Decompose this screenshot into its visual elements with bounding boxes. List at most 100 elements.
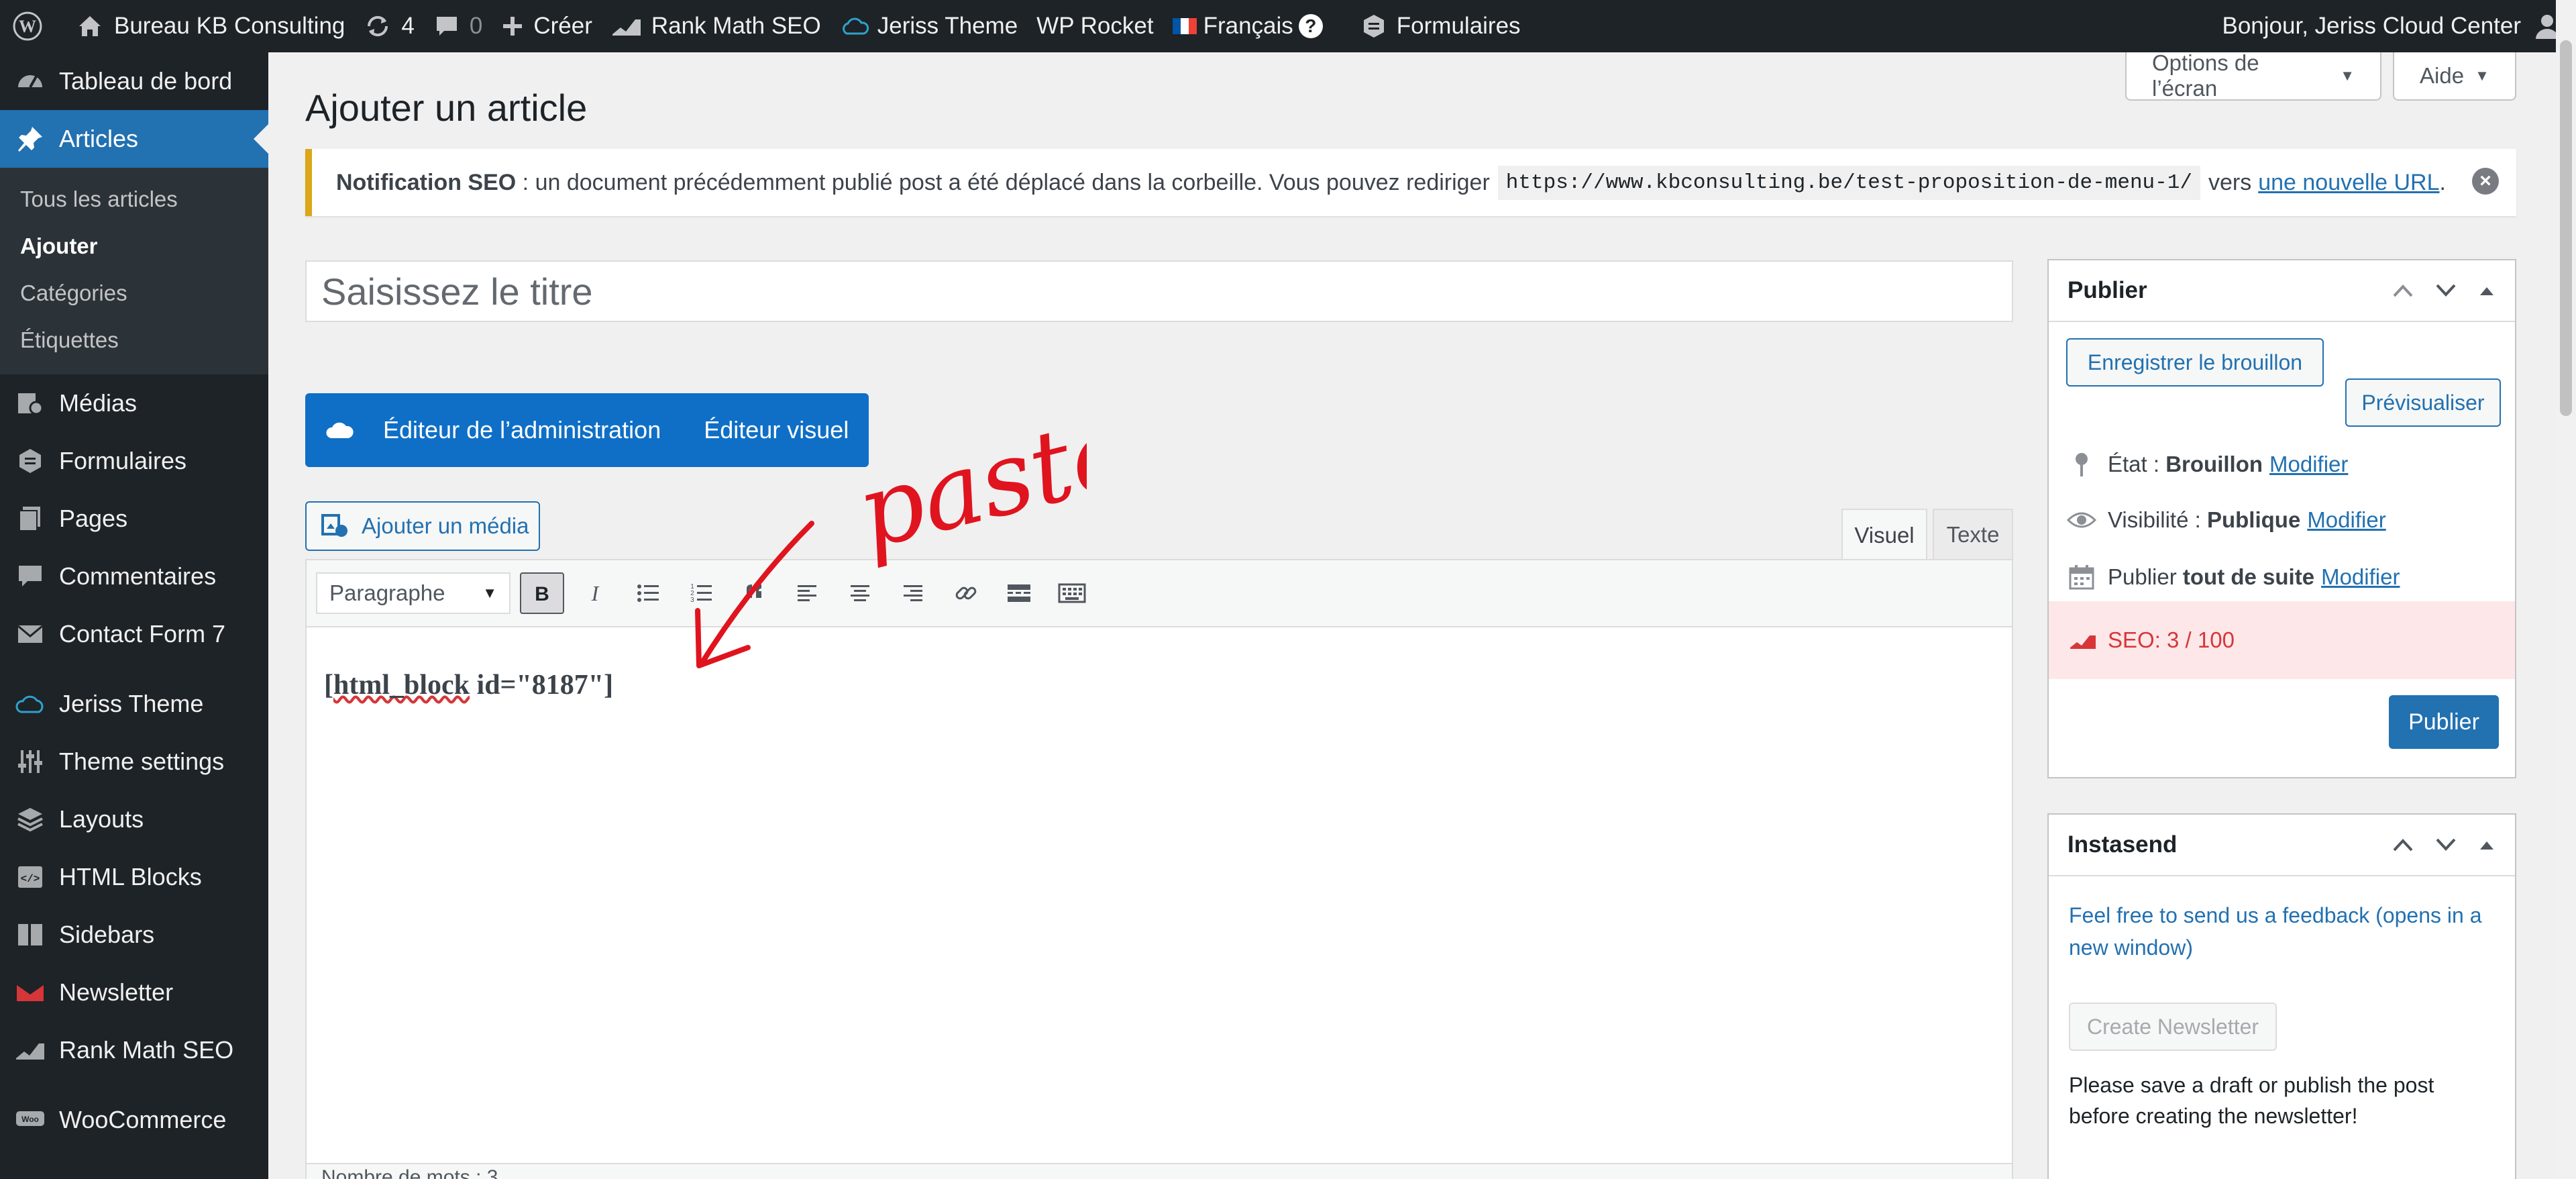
sidebar-item-layouts[interactable]: Layouts bbox=[0, 790, 268, 848]
pin-icon bbox=[2066, 451, 2097, 478]
scrollbar-thumb[interactable] bbox=[2560, 40, 2572, 416]
admin-bar: W Bureau KB Consulting 4 0 Créer Rank Ma… bbox=[0, 0, 2576, 52]
wprocket-link[interactable]: WP Rocket bbox=[1027, 0, 1163, 52]
post-editor: Paragraphe ▼ B I 123 [html_block id="8187… bbox=[305, 559, 2013, 1179]
updates-link[interactable]: 4 bbox=[354, 0, 423, 52]
sidebar-item-comments[interactable]: Commentaires bbox=[0, 548, 268, 605]
tab-text[interactable]: Texte bbox=[1933, 509, 2013, 560]
editor-toolbar: Paragraphe ▼ B I 123 bbox=[307, 560, 2012, 627]
bold-icon: B bbox=[535, 583, 549, 605]
toggle-panel-icon[interactable] bbox=[2477, 838, 2496, 852]
help-icon: ? bbox=[1298, 14, 1323, 38]
move-up-icon[interactable] bbox=[2392, 837, 2414, 853]
publish-box-header: Publier bbox=[2049, 260, 2515, 322]
seo-score-row[interactable]: SEO: 3 / 100 bbox=[2049, 601, 2515, 679]
sidebar-item-newsletter[interactable]: Newsletter bbox=[0, 964, 268, 1021]
svg-text:Woo: Woo bbox=[21, 1115, 39, 1124]
annotation-arrow bbox=[698, 521, 814, 667]
admin-editor-button[interactable]: Éditeur de l’administration bbox=[383, 416, 661, 444]
new-url-link[interactable]: une nouvelle URL bbox=[2258, 170, 2439, 196]
submenu-tags[interactable]: Étiquettes bbox=[0, 317, 268, 364]
format-select[interactable]: Paragraphe ▼ bbox=[316, 572, 511, 614]
edit-visibility-link[interactable]: Modifier bbox=[2307, 507, 2385, 533]
sidebar-item-sidebars[interactable]: Sidebars bbox=[0, 906, 268, 964]
newsletter-note: Please save a draft or publish the post … bbox=[2069, 1073, 2434, 1128]
wordpress-logo-icon[interactable]: W bbox=[0, 0, 52, 52]
submenu-all-articles[interactable]: Tous les articles bbox=[0, 176, 268, 223]
redirect-url: https://www.kbconsulting.be/test-proposi… bbox=[1497, 165, 2200, 200]
cloud-icon bbox=[15, 688, 46, 719]
screen-options-button[interactable]: Options de l’écran ▼ bbox=[2125, 50, 2381, 101]
mail-icon bbox=[15, 619, 46, 650]
rankmath-icon bbox=[612, 19, 641, 36]
move-down-icon[interactable] bbox=[2434, 837, 2457, 853]
admin-sidebar: Tableau de bord Articles Tous les articl… bbox=[0, 52, 268, 1179]
preview-button[interactable]: Prévisualiser bbox=[2345, 378, 2501, 427]
create-newsletter-button[interactable]: Create Newsletter bbox=[2069, 1003, 2277, 1051]
visibility-row: Visibilité : Publique Modifier bbox=[2066, 507, 2386, 533]
rankmath-link[interactable]: Rank Math SEO bbox=[602, 0, 830, 52]
toggle-panel-icon[interactable] bbox=[2477, 284, 2496, 297]
editor-content[interactable]: [html_block id="8187"] bbox=[307, 627, 2012, 701]
eye-icon bbox=[2066, 510, 2097, 530]
jeriss-theme-link[interactable]: Jeriss Theme bbox=[830, 0, 1027, 52]
post-title-input[interactable] bbox=[305, 260, 2013, 322]
page-scrollbar[interactable] bbox=[2556, 0, 2576, 1179]
sidebar-item-contact-form-7[interactable]: Contact Form 7 bbox=[0, 605, 268, 663]
sidebar-item-pages[interactable]: Pages bbox=[0, 490, 268, 548]
page-title: Ajouter un article bbox=[305, 87, 588, 129]
caret-down-icon: ▼ bbox=[482, 584, 497, 601]
bullet-list-button[interactable] bbox=[626, 572, 670, 614]
home-icon bbox=[79, 16, 101, 36]
sidebar-item-woocommerce[interactable]: Woo WooCommerce bbox=[0, 1091, 268, 1149]
help-button[interactable]: Aide ▼ bbox=[2393, 52, 2516, 101]
forms-link[interactable]: Formulaires bbox=[1351, 0, 1530, 52]
status-row: État : Brouillon Modifier bbox=[2066, 451, 2348, 478]
submenu-categories[interactable]: Catégories bbox=[0, 270, 268, 317]
save-draft-button[interactable]: Enregistrer le brouillon bbox=[2066, 338, 2324, 387]
new-content-link[interactable]: Créer bbox=[492, 0, 602, 52]
sidebar-item-theme-settings[interactable]: Theme settings bbox=[0, 733, 268, 790]
edit-schedule-link[interactable]: Modifier bbox=[2321, 564, 2400, 590]
media-icon bbox=[15, 388, 46, 419]
language-switcher[interactable]: Français ? bbox=[1163, 0, 1332, 52]
sidebar-item-dashboard[interactable]: Tableau de bord bbox=[0, 52, 268, 110]
sidebar-item-rank-math[interactable]: Rank Math SEO bbox=[0, 1021, 268, 1079]
comments-link[interactable]: 0 bbox=[424, 0, 492, 52]
sidebar-item-jeriss-theme[interactable]: Jeriss Theme bbox=[0, 675, 268, 733]
italic-button[interactable]: I bbox=[573, 572, 617, 614]
publish-button[interactable]: Publier bbox=[2389, 695, 2499, 749]
bold-button[interactable]: B bbox=[520, 572, 564, 614]
sidebar-item-articles[interactable]: Articles bbox=[0, 110, 268, 168]
add-media-button[interactable]: Ajouter un média bbox=[305, 501, 540, 551]
editor-status-bar: Nombre de mots : 3 bbox=[307, 1163, 2012, 1179]
site-name-link[interactable]: Bureau KB Consulting bbox=[67, 0, 354, 52]
submenu-add[interactable]: Ajouter bbox=[0, 223, 268, 270]
seo-notice: Notification SEO : un document précédemm… bbox=[305, 149, 2516, 216]
italic-icon: I bbox=[591, 582, 600, 605]
move-up-icon[interactable] bbox=[2392, 283, 2414, 299]
calendar-icon bbox=[2066, 564, 2097, 591]
sidebar-item-html-blocks[interactable]: </> HTML Blocks bbox=[0, 848, 268, 906]
my-account[interactable]: Bonjour, Jeriss Cloud Center bbox=[2213, 0, 2576, 52]
cloud-icon bbox=[842, 17, 869, 35]
dismiss-notice-icon[interactable]: × bbox=[2472, 168, 2499, 195]
move-down-icon[interactable] bbox=[2434, 283, 2457, 299]
rankmath-icon bbox=[15, 1035, 46, 1066]
svg-text:B: B bbox=[535, 583, 549, 605]
sidebar-item-media[interactable]: Médias bbox=[0, 374, 268, 432]
feedback-link[interactable]: Feel free to send us a feedback (opens i… bbox=[2069, 899, 2498, 964]
cloud-icon bbox=[326, 422, 354, 438]
comment-icon bbox=[15, 561, 46, 592]
edit-status-link[interactable]: Modifier bbox=[2269, 452, 2348, 477]
code-icon: </> bbox=[15, 862, 46, 892]
paste-annotation: paste bbox=[695, 416, 1087, 668]
sidebar-item-forms[interactable]: Formulaires bbox=[0, 432, 268, 490]
svg-text:I: I bbox=[591, 582, 600, 605]
forms-icon bbox=[15, 446, 46, 476]
newsletter-icon bbox=[15, 977, 46, 1008]
refresh-icon bbox=[368, 15, 388, 37]
rankmath-icon bbox=[2070, 635, 2096, 649]
comment-bubble-icon bbox=[436, 17, 457, 36]
tab-visual[interactable]: Visuel bbox=[1841, 509, 1927, 561]
